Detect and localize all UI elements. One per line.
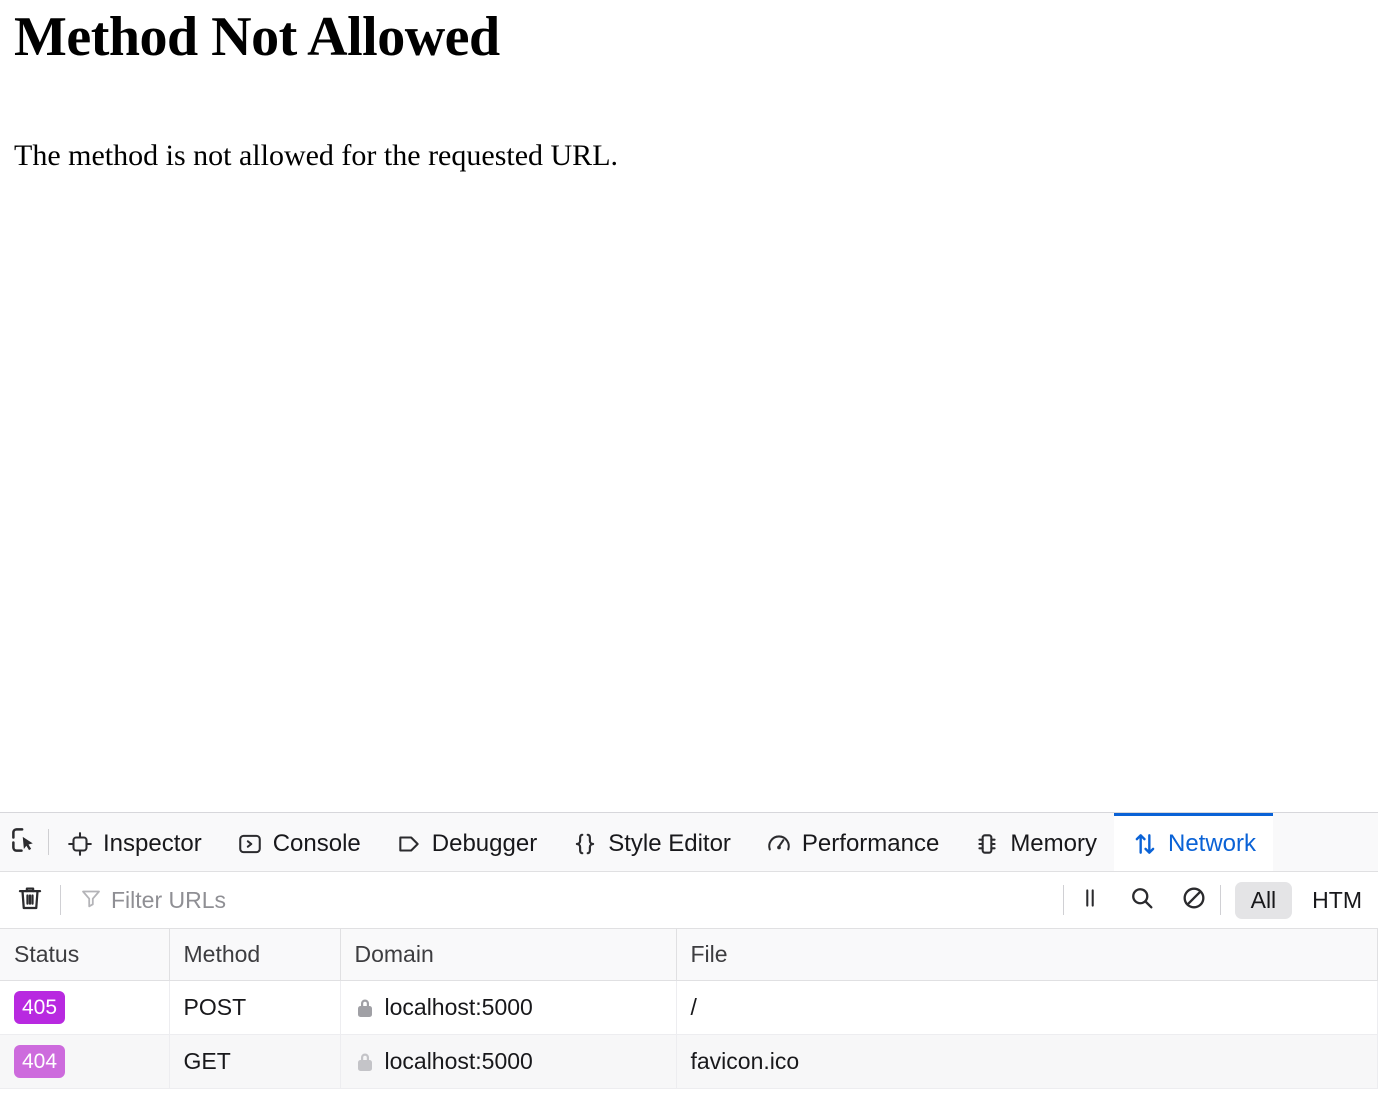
funnel-icon	[79, 886, 103, 915]
table-row[interactable]: 404 GET localhost:5000 favicon.ico	[0, 1034, 1378, 1089]
search-requests-button[interactable]	[1116, 884, 1168, 917]
gauge-icon	[765, 830, 793, 858]
up-down-arrow-icon	[1131, 830, 1159, 858]
cell-file: favicon.ico	[676, 1034, 1378, 1089]
braces-icon	[571, 830, 599, 858]
tab-label-performance: Performance	[801, 829, 940, 857]
pause-icon	[1077, 885, 1103, 916]
column-header-method[interactable]: Method	[169, 929, 341, 981]
tab-performance[interactable]: Performance	[748, 813, 956, 871]
type-filter-all[interactable]: All	[1234, 881, 1293, 919]
lock-icon	[355, 1050, 375, 1074]
pause-requests-button[interactable]	[1064, 885, 1116, 916]
table-header-row: Status Method Domain File	[0, 929, 1378, 981]
lock-icon	[355, 996, 375, 1020]
type-filter-html[interactable]: HTM	[1296, 882, 1378, 919]
tab-label-memory: Memory	[1010, 829, 1097, 857]
search-icon	[1128, 884, 1156, 917]
error-message: The method is not allowed for the reques…	[14, 138, 619, 172]
page-title: Method Not Allowed	[14, 6, 500, 68]
request-type-filters: All HTM	[1221, 881, 1378, 919]
devtools-panel: Inspector Console Debugger Style Editor …	[0, 812, 1378, 1104]
tab-debugger[interactable]: Debugger	[378, 813, 554, 871]
element-picker-icon	[9, 825, 39, 860]
column-header-status[interactable]: Status	[0, 929, 170, 981]
tab-label-network: Network	[1167, 829, 1257, 857]
column-header-domain[interactable]: Domain	[340, 929, 677, 981]
cell-method: GET	[169, 1034, 341, 1089]
tab-label-console: Console	[272, 829, 361, 857]
cell-status: 405	[0, 980, 170, 1035]
tab-label-style-editor: Style Editor	[608, 829, 731, 857]
tab-console[interactable]: Console	[219, 813, 378, 871]
element-picker-button[interactable]	[0, 813, 48, 871]
devtools-tabbar: Inspector Console Debugger Style Editor …	[0, 813, 1378, 872]
cell-status: 404	[0, 1034, 170, 1089]
cell-domain: localhost:5000	[340, 980, 677, 1035]
cell-file: /	[676, 980, 1378, 1035]
memory-chip-icon	[973, 830, 1001, 858]
clear-requests-button[interactable]	[0, 883, 60, 918]
console-icon	[236, 830, 264, 858]
tab-network[interactable]: Network	[1113, 813, 1274, 871]
network-requests-table: Status Method Domain File 405 POST local…	[0, 929, 1378, 1089]
debugger-icon	[395, 830, 423, 858]
status-badge: 404	[14, 1045, 66, 1078]
domain-text: localhost:5000	[384, 1048, 533, 1074]
tab-memory[interactable]: Memory	[956, 813, 1114, 871]
block-icon	[1180, 884, 1208, 917]
tab-label-inspector: Inspector	[103, 829, 202, 857]
column-header-file[interactable]: File	[676, 929, 1378, 981]
filter-urls-placeholder: Filter URLs	[111, 886, 227, 913]
cell-domain: localhost:5000	[340, 1034, 677, 1089]
table-row[interactable]: 405 POST localhost:5000 /	[0, 980, 1378, 1035]
domain-text: localhost:5000	[384, 994, 533, 1020]
tab-inspector[interactable]: Inspector	[49, 813, 219, 871]
status-badge: 405	[14, 991, 66, 1024]
inspector-icon	[66, 830, 94, 858]
cell-method: POST	[169, 980, 341, 1035]
devtools-tab-list: Inspector Console Debugger Style Editor …	[49, 813, 1378, 871]
filter-urls-input[interactable]: Filter URLs	[61, 880, 1063, 920]
network-toolbar: Filter URLs All HTM	[0, 872, 1378, 929]
tab-style-editor[interactable]: Style Editor	[554, 813, 748, 871]
block-requests-button[interactable]	[1168, 884, 1220, 917]
trash-icon	[15, 883, 45, 918]
tab-label-debugger: Debugger	[431, 829, 538, 857]
error-page-content: Method Not Allowed The method is not all…	[0, 0, 1378, 812]
